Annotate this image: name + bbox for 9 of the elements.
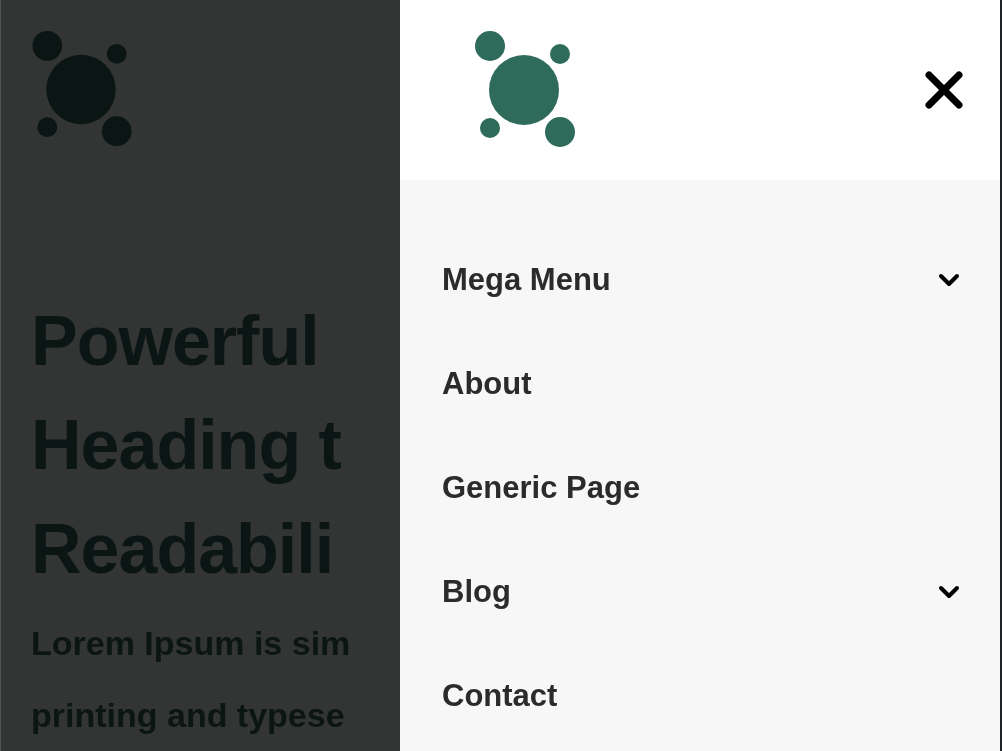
menu-item[interactable]: Generic Page (442, 436, 960, 540)
menu-item[interactable]: Blog (442, 540, 960, 644)
logo-icon (31, 30, 133, 149)
menu-item[interactable]: Contact (442, 644, 960, 748)
logo-icon (474, 30, 576, 150)
close-button[interactable] (924, 70, 964, 110)
menu-item[interactable]: Mega Menu (442, 228, 960, 332)
menu-item[interactable]: About (442, 332, 960, 436)
close-icon (924, 70, 964, 110)
